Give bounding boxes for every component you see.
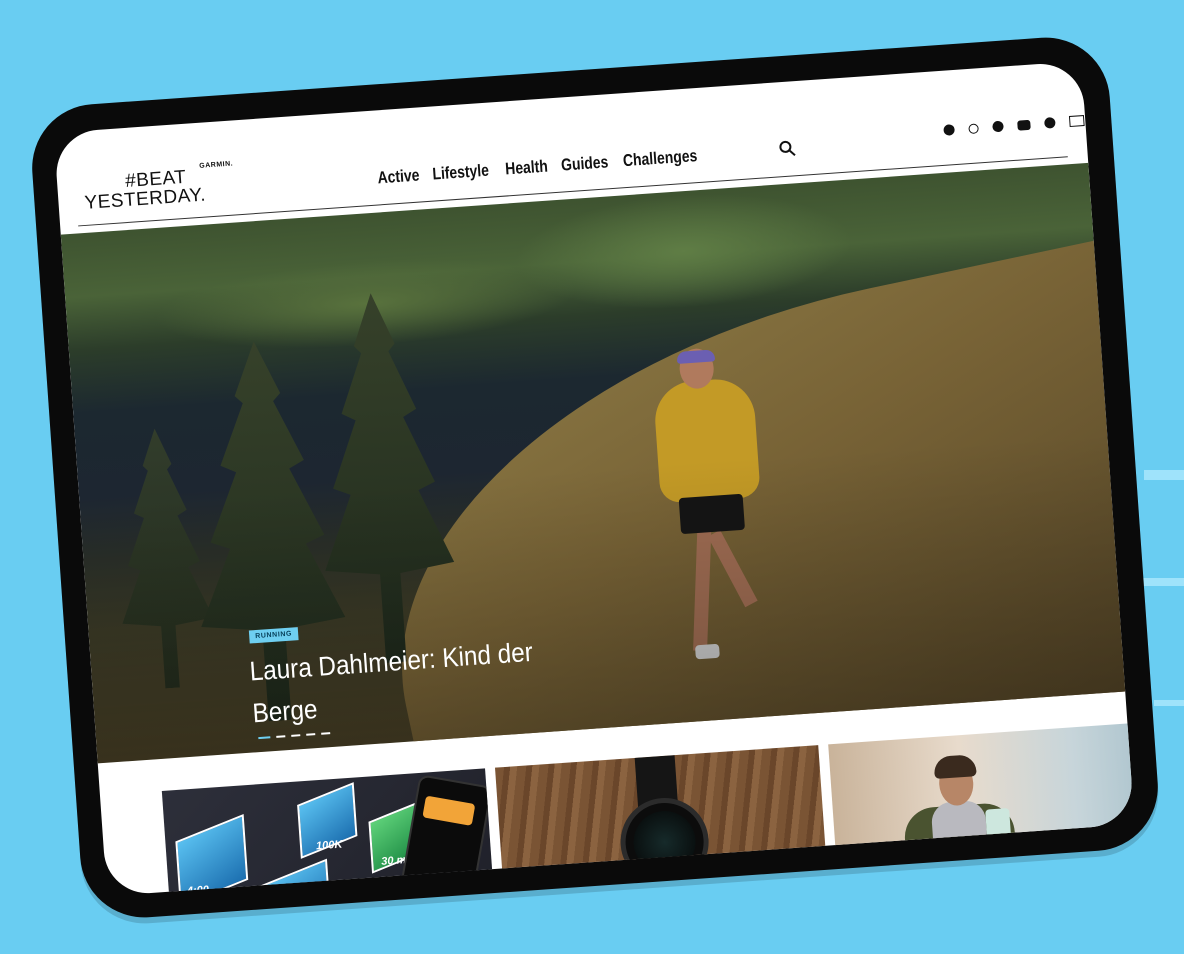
nav-item-active[interactable]: Active (377, 166, 420, 189)
main-nav: Active Lifestyle Health Guides Challenge… (377, 145, 714, 188)
nav-item-guides[interactable]: Guides (560, 152, 609, 175)
instagram-icon[interactable] (968, 122, 979, 134)
badge-tile (175, 813, 249, 897)
linkedin-icon[interactable] (1044, 117, 1056, 129)
tablet-device: #BEAT YESTERDAY. GARMIN. Active Lifestyl… (27, 33, 1163, 922)
article-card-nutrition[interactable] (828, 721, 1135, 895)
facebook-icon[interactable] (943, 124, 955, 136)
logo-line-2[interactable]: YESTERDAY. (84, 184, 207, 213)
nav-item-challenges[interactable]: Challenges (622, 146, 698, 171)
tile-label: 100K (315, 838, 343, 853)
phone-image (394, 774, 493, 897)
pinterest-icon[interactable] (992, 120, 1004, 133)
garmin-logo[interactable]: GARMIN. (199, 160, 233, 169)
decor-stripe (1144, 470, 1184, 480)
search-icon[interactable] (778, 139, 797, 158)
nav-item-lifestyle[interactable]: Lifestyle (432, 161, 490, 185)
smartwatch-image (617, 795, 712, 889)
badge-tile (260, 858, 331, 897)
nav-item-health[interactable]: Health (505, 157, 549, 180)
article-card-watch[interactable] (494, 745, 829, 897)
article-card-challenges[interactable]: 4:00 100K 30 mi 4000 (161, 768, 496, 897)
shopper-photo (899, 752, 1019, 890)
youtube-icon[interactable] (1017, 119, 1031, 131)
tile-label: 4:00 (186, 883, 210, 897)
hero-banner[interactable]: RUNNING Laura Dahlmeier: Kind der Berge (60, 162, 1126, 764)
tablet-screen: #BEAT YESTERDAY. GARMIN. Active Lifestyl… (53, 61, 1135, 897)
decor-stripe (1154, 700, 1184, 706)
mail-icon[interactable] (1068, 115, 1085, 128)
social-links (943, 115, 1085, 136)
